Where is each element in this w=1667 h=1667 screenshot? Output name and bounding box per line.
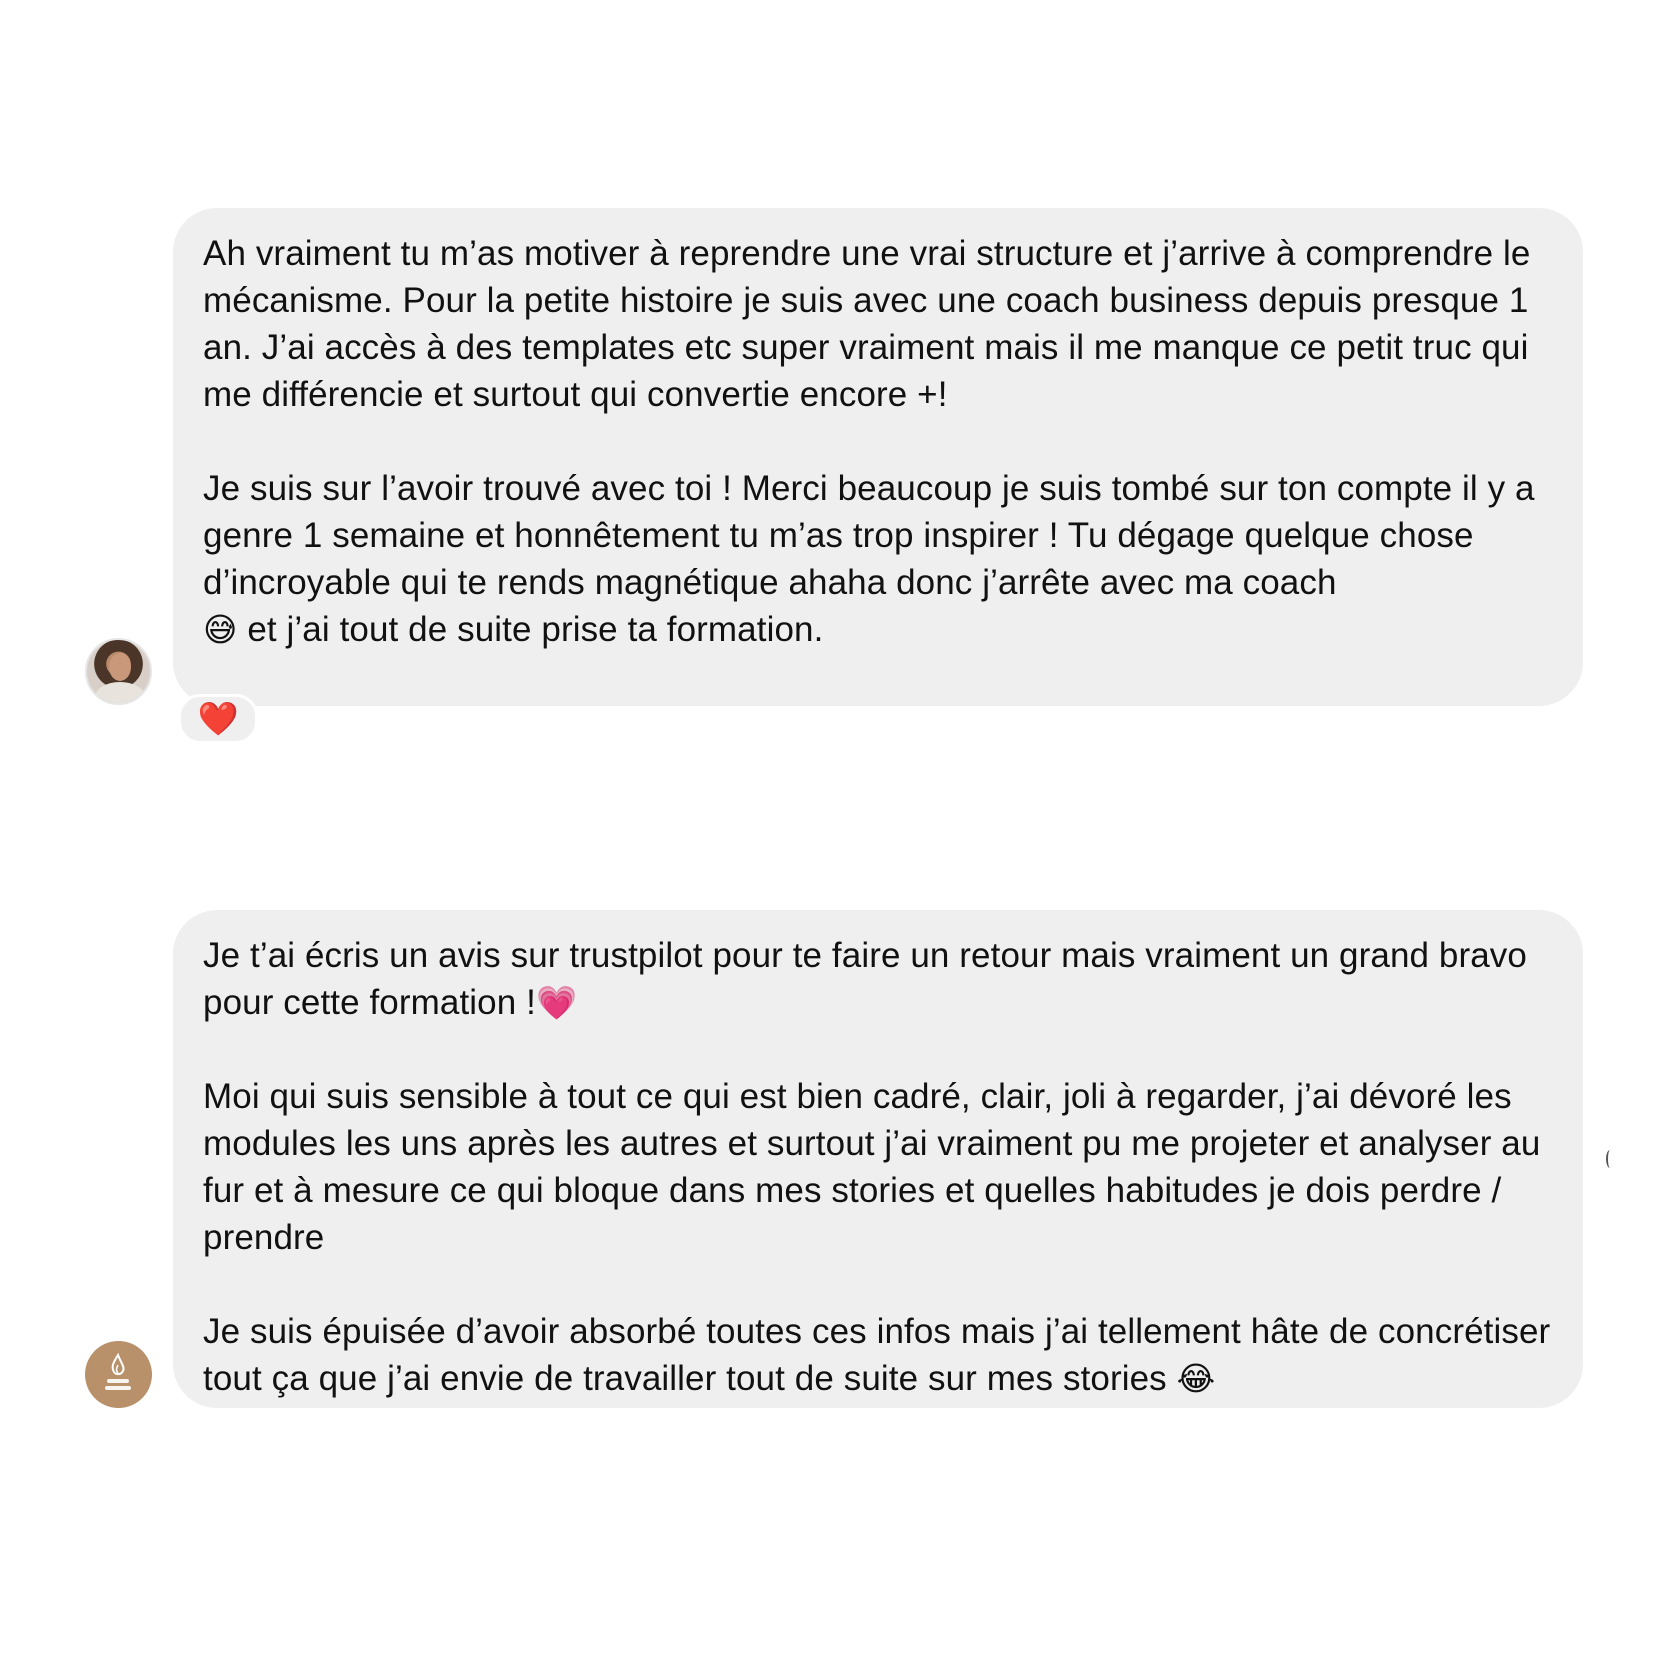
message-paragraph-text: et j’ai tout de suite prise ta formation…: [237, 610, 824, 649]
sparkling-heart-emoji: 💗: [535, 983, 578, 1022]
scroll-edge-indicator: [1606, 1150, 1614, 1168]
tears-of-joy-emoji: 😂: [1176, 1359, 1216, 1398]
message-paragraph: Ah vraiment tu m’as motiver à reprendre …: [203, 234, 1541, 414]
message-bubble[interactable]: Ah vraiment tu m’as motiver à reprendre …: [173, 208, 1583, 706]
flame-logo-icon: [105, 1352, 131, 1390]
message-paragraph: Moi qui suis sensible à tout ce qui est …: [203, 1077, 1551, 1257]
heart-icon: ❤️: [197, 699, 239, 738]
message-bubble[interactable]: Je t’ai écris un avis sur trustpilot pou…: [173, 910, 1583, 1408]
message-paragraph: Je suis épuisée d’avoir absorbé toutes c…: [203, 1308, 1553, 1402]
message-paragraph-text: Je suis sur l’avoir trouvé avec toi ! Me…: [203, 469, 1545, 602]
brand-logo-icon[interactable]: [85, 1341, 152, 1408]
message-thread: Ah vraiment tu m’as motiver à reprendre …: [0, 0, 1667, 1667]
message-paragraph-text: Je suis épuisée d’avoir absorbé toutes c…: [203, 1312, 1561, 1398]
message-paragraph: Je t’ai écris un avis sur trustpilot pou…: [203, 932, 1553, 1026]
message-paragraph-text: Je t’ai écris un avis sur trustpilot pou…: [203, 936, 1537, 1022]
heart-reaction[interactable]: ❤️: [178, 694, 258, 744]
message-paragraph: Je suis sur l’avoir trouvé avec toi ! Me…: [203, 465, 1553, 653]
sweat-smile-emoji: 😅: [203, 610, 238, 649]
profile-photo-icon[interactable]: [85, 638, 152, 705]
